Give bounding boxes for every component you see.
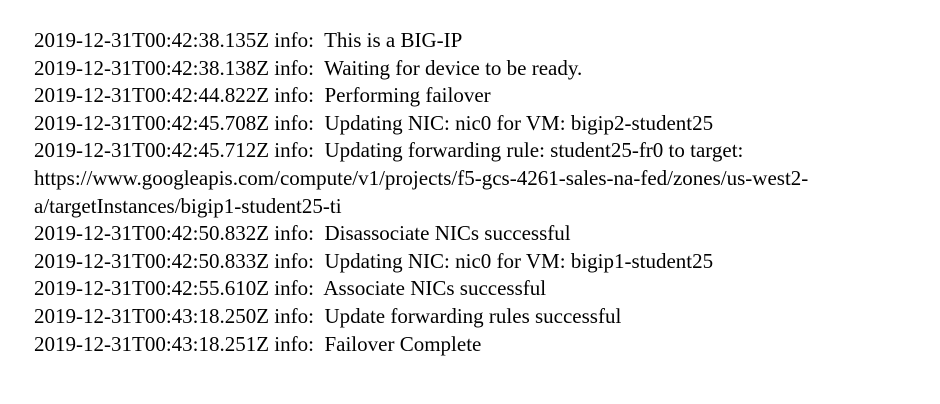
log-line: 2019-12-31T00:42:45.708Z info: Updating … bbox=[34, 110, 714, 135]
log-line: 2019-12-31T00:43:18.251Z info: Failover … bbox=[34, 331, 482, 356]
log-line: 2019-12-31T00:42:50.832Z info: Disassoci… bbox=[34, 221, 571, 246]
log-line: 2019-12-31T00:43:18.250Z info: Update fo… bbox=[34, 303, 622, 328]
log-line: 2019-12-31T00:42:38.135Z info: This is a… bbox=[34, 28, 463, 52]
log-line-url-part-2: a/targetInstances/bigip1-student25-ti bbox=[34, 193, 342, 218]
log-line: 2019-12-31T00:42:44.822Z info: Performin… bbox=[34, 83, 491, 108]
log-line: 2019-12-31T00:42:45.712Z info: Updating … bbox=[34, 138, 744, 163]
log-line: 2019-12-31T00:42:38.138Z info: Waiting f… bbox=[34, 55, 583, 80]
log-output: 2019-12-31T00:42:38.135Z info: This is a… bbox=[34, 27, 924, 358]
log-line-url-part-1: https://www.googleapis.com/compute/v1/pr… bbox=[34, 165, 809, 190]
log-line: 2019-12-31T00:42:55.610Z info: Associate… bbox=[34, 276, 547, 301]
log-line: 2019-12-31T00:42:50.833Z info: Updating … bbox=[34, 248, 714, 273]
